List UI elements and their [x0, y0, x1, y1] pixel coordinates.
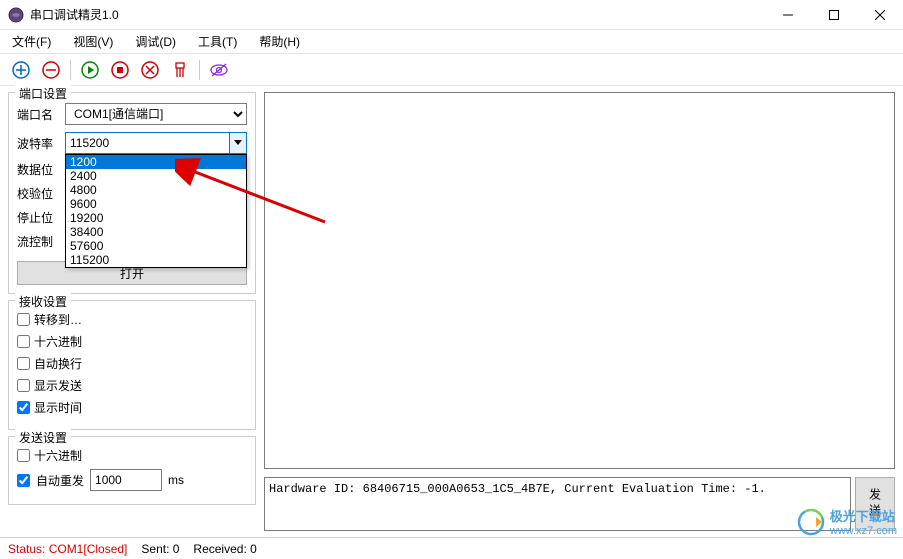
menu-debug[interactable]: 调试(D)	[131, 31, 180, 52]
menu-help[interactable]: 帮助(H)	[255, 31, 304, 52]
port-group-title: 端口设置	[15, 85, 71, 102]
menu-file[interactable]: 文件(F)	[8, 31, 55, 52]
baud-option-38400[interactable]: 38400	[66, 225, 246, 239]
parity-label: 校验位	[17, 185, 59, 202]
toolbar-separator	[70, 60, 71, 80]
cancel-icon[interactable]	[137, 57, 163, 83]
toolbar-separator	[199, 60, 200, 80]
status-received: Received: 0	[193, 542, 256, 556]
show-send-checkbox[interactable]	[17, 379, 30, 392]
statusbar: Status: COM1[Closed] Sent: 0 Received: 0	[0, 537, 903, 559]
show-time-label: 显示时间	[34, 399, 82, 416]
send-textarea[interactable]: Hardware ID: 68406715_000A0653_1C5_4B7E,…	[264, 477, 851, 531]
add-icon[interactable]	[8, 57, 34, 83]
baud-option-2400[interactable]: 2400	[66, 169, 246, 183]
baud-option-4800[interactable]: 4800	[66, 183, 246, 197]
remove-icon[interactable]	[38, 57, 64, 83]
recv-hex-label: 十六进制	[34, 333, 82, 350]
chevron-down-icon[interactable]	[229, 132, 247, 154]
data-bits-label: 数据位	[17, 161, 59, 178]
stop-bits-label: 停止位	[17, 209, 59, 226]
right-panel: Hardware ID: 68406715_000A0653_1C5_4B7E,…	[264, 86, 903, 537]
send-settings-group: 发送设置 十六进制 自动重发 ms	[8, 436, 256, 505]
titlebar: 串口调试精灵1.0	[0, 0, 903, 30]
menubar: 文件(F) 视图(V) 调试(D) 工具(T) 帮助(H)	[0, 30, 903, 54]
menu-tools[interactable]: 工具(T)	[194, 31, 241, 52]
baud-rate-dropdown: 1200 2400 4800 9600 19200 38400 57600 11…	[65, 154, 247, 268]
menu-view[interactable]: 视图(V)	[69, 31, 117, 52]
left-panel: 端口设置 端口名 COM1[通信端口] 波特率 115200 1200 2400…	[0, 86, 264, 537]
auto-wrap-label: 自动换行	[34, 355, 82, 372]
window-title: 串口调试精灵1.0	[30, 6, 765, 23]
play-icon[interactable]	[77, 57, 103, 83]
send-group-title: 发送设置	[15, 429, 71, 446]
toolbar	[0, 54, 903, 86]
port-name-select[interactable]: COM1[通信端口]	[65, 103, 247, 125]
show-time-checkbox[interactable]	[17, 401, 30, 414]
send-button[interactable]: 发送	[855, 477, 895, 531]
stop-icon[interactable]	[107, 57, 133, 83]
auto-wrap-checkbox[interactable]	[17, 357, 30, 370]
clear-icon[interactable]	[167, 57, 193, 83]
minimize-button[interactable]	[765, 0, 811, 30]
maximize-button[interactable]	[811, 0, 857, 30]
send-hex-checkbox[interactable]	[17, 449, 30, 462]
flow-control-label: 流控制	[17, 233, 59, 250]
interval-unit: ms	[168, 473, 184, 487]
close-button[interactable]	[857, 0, 903, 30]
receive-output[interactable]	[264, 92, 895, 469]
status-port: Status: COM1[Closed]	[8, 542, 127, 556]
eye-icon[interactable]	[206, 57, 232, 83]
baud-option-1200[interactable]: 1200	[66, 155, 246, 169]
send-area: Hardware ID: 68406715_000A0653_1C5_4B7E,…	[264, 477, 895, 531]
port-name-label: 端口名	[17, 106, 59, 123]
baud-rate-combo[interactable]: 115200 1200 2400 4800 9600 19200 38400 5…	[65, 132, 247, 154]
recv-hex-checkbox[interactable]	[17, 335, 30, 348]
redirect-label: 转移到…	[34, 311, 82, 328]
baud-option-19200[interactable]: 19200	[66, 211, 246, 225]
baud-option-9600[interactable]: 9600	[66, 197, 246, 211]
baud-option-115200[interactable]: 115200	[66, 253, 246, 267]
show-send-label: 显示发送	[34, 377, 82, 394]
send-hex-label: 十六进制	[34, 447, 82, 464]
main-area: 端口设置 端口名 COM1[通信端口] 波特率 115200 1200 2400…	[0, 86, 903, 537]
status-sent: Sent: 0	[141, 542, 179, 556]
baud-option-57600[interactable]: 57600	[66, 239, 246, 253]
recv-group-title: 接收设置	[15, 293, 71, 310]
baud-rate-label: 波特率	[17, 135, 59, 152]
redirect-checkbox[interactable]	[17, 313, 30, 326]
window-controls	[765, 0, 903, 29]
receive-settings-group: 接收设置 转移到… 十六进制 自动换行 显示发送 显示时间	[8, 300, 256, 430]
auto-resend-label: 自动重发	[36, 472, 84, 489]
baud-rate-value: 115200	[70, 136, 109, 150]
auto-resend-checkbox[interactable]	[17, 474, 30, 487]
app-icon	[8, 7, 24, 23]
port-settings-group: 端口设置 端口名 COM1[通信端口] 波特率 115200 1200 2400…	[8, 92, 256, 294]
resend-interval-input[interactable]	[90, 469, 162, 491]
